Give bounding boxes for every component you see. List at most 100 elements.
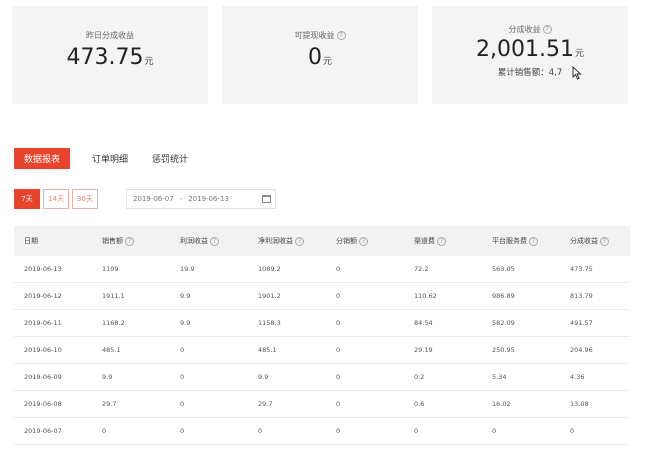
table-row: 2019-06-12 1911.1 9.9 1901.2 0 110.62 986.89 81… bbox=[14, 283, 630, 310]
table-cell: 0 bbox=[570, 427, 575, 435]
cumulative-sales: 累计销售额：4,7 bbox=[432, 66, 628, 78]
tab-data-report[interactable]: 数据报表 bbox=[14, 148, 71, 169]
help-icon[interactable]: ? bbox=[542, 25, 552, 34]
header-label: 渠道费 bbox=[414, 237, 435, 245]
table-cell: 204.96 bbox=[570, 346, 593, 354]
main-tabs: 数据报表 订单明细 惩罚统计 bbox=[14, 148, 212, 169]
header-platform-fee: 平台服务费? bbox=[482, 236, 560, 246]
header-net-profit: 净利润收益? bbox=[248, 236, 326, 246]
help-icon[interactable]: ? bbox=[600, 236, 609, 246]
table-cell: 2019-06-13 bbox=[24, 265, 62, 273]
table-cell: 0 bbox=[336, 292, 341, 300]
withdrawable-revenue-label: 可提现收益 bbox=[294, 31, 335, 40]
table-cell: 29.7 bbox=[102, 400, 117, 408]
total-revenue-unit: 元 bbox=[574, 49, 584, 59]
date-range-picker[interactable]: 2019-06-07 - 2019-06-13 bbox=[126, 189, 276, 209]
tab-penalty-stats[interactable]: 惩罚统计 bbox=[152, 148, 188, 169]
table-row: 2019-06-10 485.1 0 485.1 0 29.19 250.95 204.96 bbox=[14, 337, 630, 364]
header-label: 利润收益 bbox=[180, 237, 208, 245]
table-cell: 0 bbox=[180, 400, 185, 408]
yesterday-revenue-value: 473.75元 bbox=[12, 45, 208, 70]
table-cell: 5.34 bbox=[492, 373, 507, 381]
table-cell: 2019-06-07 bbox=[24, 427, 62, 435]
table-cell: 485.1 bbox=[258, 346, 277, 354]
table-cell: 2019-06-11 bbox=[24, 319, 62, 327]
cumulative-sales-value: 4,7 bbox=[548, 68, 563, 78]
withdrawable-revenue-number: 0 bbox=[307, 45, 322, 70]
table-cell: 0 bbox=[492, 427, 497, 435]
table-header: 日期 销售额? 利润收益? 净利润收益? 分销额? 渠道费? 平台服务费? 分成… bbox=[14, 226, 630, 256]
help-icon[interactable]: ? bbox=[529, 236, 538, 246]
header-profit: 利润收益? bbox=[170, 236, 248, 246]
header-channel-fee: 渠道费? bbox=[404, 236, 482, 246]
table-cell: 0 bbox=[336, 319, 341, 327]
table-cell: 16.02 bbox=[492, 400, 511, 408]
table-row: 2019-06-09 9.9 0 9.9 0 0.2 5.34 4.36 bbox=[14, 364, 630, 391]
table-cell: 0 bbox=[180, 373, 185, 381]
day-option-14[interactable]: 14天 bbox=[43, 189, 69, 209]
total-revenue-number: 2,001.51 bbox=[476, 37, 574, 62]
help-icon[interactable]: ? bbox=[359, 236, 368, 246]
help-icon[interactable]: ? bbox=[210, 236, 219, 246]
table-cell: 0 bbox=[336, 427, 341, 435]
yesterday-revenue-unit: 元 bbox=[144, 57, 154, 67]
table-cell: 0 bbox=[336, 373, 341, 381]
date-range-separator: - bbox=[179, 195, 183, 203]
header-label: 净利润收益 bbox=[258, 237, 293, 245]
table-row: 2019-06-08 29.7 0 29.7 0 0.6 16.02 13.08 bbox=[14, 391, 630, 418]
table-cell: 0 bbox=[258, 427, 263, 435]
table-cell: 9.9 bbox=[258, 373, 269, 381]
table-cell: 250.95 bbox=[492, 346, 515, 354]
withdrawable-revenue-value: 0元 bbox=[222, 45, 418, 70]
header-label: 平台服务费 bbox=[492, 237, 527, 245]
day-range-selector: 7天 14天 30天 bbox=[14, 189, 101, 209]
table-cell: 582.09 bbox=[492, 319, 515, 327]
table-cell: 0 bbox=[336, 265, 341, 273]
table-cell: 2019-06-12 bbox=[24, 292, 62, 300]
header-date: 日期 bbox=[14, 236, 92, 246]
day-option-7[interactable]: 7天 bbox=[14, 189, 40, 209]
table-cell: 13.08 bbox=[570, 400, 589, 408]
help-icon[interactable]: ? bbox=[125, 236, 134, 246]
header-label: 日期 bbox=[24, 237, 38, 245]
withdrawable-revenue-unit: 元 bbox=[322, 57, 332, 67]
mouse-cursor-icon bbox=[572, 66, 582, 80]
withdrawable-revenue-label-row: 可提现收益? bbox=[222, 30, 418, 41]
help-icon[interactable]: ? bbox=[295, 236, 304, 246]
tab-order-details[interactable]: 订单明细 bbox=[92, 148, 128, 169]
table-cell: 19.9 bbox=[180, 265, 195, 273]
table-cell: 1911.1 bbox=[102, 292, 125, 300]
table-cell: 0 bbox=[414, 427, 419, 435]
table-cell: 9.9 bbox=[180, 319, 191, 327]
total-revenue-label-row: 分成收益? bbox=[432, 24, 628, 35]
table-cell: 0 bbox=[336, 400, 341, 408]
table-cell: 1109 bbox=[102, 265, 119, 273]
table-cell: 9.9 bbox=[180, 292, 191, 300]
withdrawable-revenue-card: 可提现收益? 0元 bbox=[222, 6, 418, 104]
yesterday-revenue-card: 昨日分成收益 473.75元 bbox=[12, 6, 208, 104]
header-label: 分销额 bbox=[336, 237, 357, 245]
table-cell: 4.36 bbox=[570, 373, 585, 381]
table-cell: 2019-06-09 bbox=[24, 373, 62, 381]
yesterday-revenue-number: 473.75 bbox=[66, 45, 144, 70]
header-label: 分成收益 bbox=[570, 237, 598, 245]
table-cell: 0 bbox=[180, 346, 185, 354]
table-cell: 473.75 bbox=[570, 265, 593, 273]
table-cell: 0 bbox=[336, 346, 341, 354]
calendar-icon[interactable] bbox=[262, 195, 271, 203]
table-cell: 29.7 bbox=[258, 400, 273, 408]
cumulative-sales-label: 累计销售额： bbox=[497, 68, 549, 78]
table-cell: 2019-06-10 bbox=[24, 346, 62, 354]
table-cell: 29.19 bbox=[414, 346, 433, 354]
table-cell: 2019-06-08 bbox=[24, 400, 62, 408]
total-revenue-card: 分成收益? 2,001.51元 累计销售额：4,7 bbox=[432, 6, 628, 104]
table-cell: 986.89 bbox=[492, 292, 515, 300]
help-icon[interactable]: ? bbox=[437, 236, 446, 246]
total-revenue-value: 2,001.51元 bbox=[432, 37, 628, 62]
day-option-30[interactable]: 30天 bbox=[72, 189, 98, 209]
total-revenue-label: 分成收益 bbox=[508, 25, 541, 34]
help-icon[interactable]: ? bbox=[336, 31, 346, 40]
table-cell: 72.2 bbox=[414, 265, 429, 273]
header-share-revenue: 分成收益? bbox=[560, 236, 630, 246]
date-range-end: 2019-06-13 bbox=[188, 195, 229, 203]
